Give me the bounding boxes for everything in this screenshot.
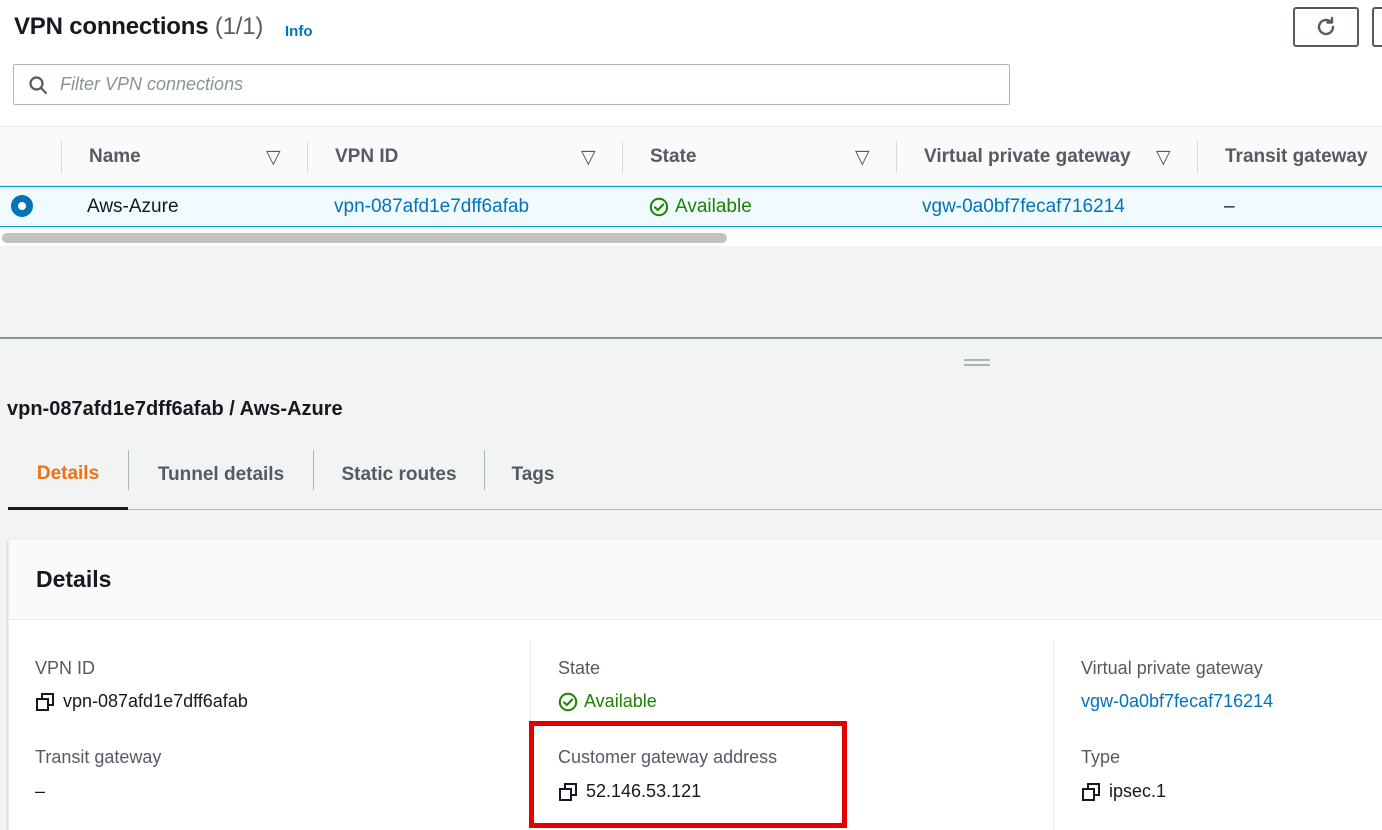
filter-box[interactable] (13, 64, 1010, 105)
column-header-vpg[interactable]: Virtual private gateway (924, 127, 1131, 187)
column-header-vpn-id[interactable]: VPN ID (335, 127, 398, 187)
transit-gateway-value: – (35, 781, 46, 801)
column-header-tgw[interactable]: Transit gateway (1225, 127, 1368, 187)
check-circle-icon (558, 692, 578, 712)
column-header-label: Name (89, 146, 141, 167)
column-divider (1197, 141, 1198, 173)
type-text: ipsec.1 (1109, 781, 1167, 801)
state-value: Available (558, 691, 657, 712)
detail-tabs: Details Tunnel details Static routes Tag… (8, 440, 1382, 510)
virtual-private-gateway-label: Virtual private gateway (1081, 658, 1263, 678)
selection-count: (1/1) (214, 13, 264, 40)
column-header-label: VPN ID (335, 146, 399, 167)
row-select-radio[interactable] (11, 195, 33, 217)
cell-state: Available (649, 187, 752, 227)
cell-vpg-link[interactable]: vgw-0a0bf7fecaf716214 (922, 187, 1125, 227)
transit-gateway-label: Transit gateway (35, 747, 162, 767)
column-divider (1053, 640, 1054, 830)
cell-vpn-id-link[interactable]: vpn-087afd1e7dff6afab (334, 187, 529, 227)
type-value: ipsec.1 (1081, 781, 1166, 802)
column-divider (61, 141, 62, 173)
empty-area (0, 246, 1382, 338)
state-text: Available (675, 196, 752, 217)
cell-tgw: – (1224, 196, 1235, 217)
details-card-header: Details (9, 540, 1382, 620)
sort-caret-icon[interactable]: ▽ (855, 127, 870, 187)
filter-input[interactable] (60, 74, 960, 95)
tab-static-routes[interactable]: Static routes (314, 440, 484, 510)
horizontal-scrollbar-thumb[interactable] (2, 233, 727, 243)
column-header-state[interactable]: State (650, 127, 696, 187)
vpn-id-label: VPN ID (35, 658, 96, 678)
highlight-box (529, 721, 847, 828)
column-divider (307, 141, 308, 173)
table-row[interactable]: Aws-Azure vpn-087afd1e7dff6afab Availabl… (0, 186, 1382, 227)
page-title: VPN connections (1/1) (14, 13, 263, 41)
vpn-connections-panel: VPN connections (1/1) Info Name ▽ V (0, 0, 1382, 246)
virtual-private-gateway-link[interactable]: vgw-0a0bf7fecaf716214 (1081, 691, 1273, 712)
page-title-text: VPN connections (14, 13, 209, 40)
actions-button[interactable] (1372, 7, 1382, 47)
sort-caret-icon[interactable]: ▽ (1156, 127, 1171, 187)
refresh-button[interactable] (1293, 7, 1359, 47)
vpn-id-text: vpn-087afd1e7dff6afab (63, 691, 248, 711)
sort-caret-icon[interactable]: ▽ (266, 127, 281, 187)
column-header-label: Virtual private gateway (924, 146, 1131, 167)
vpn-id-value: vpn-087afd1e7dff6afab (35, 691, 248, 712)
state-label: State (558, 658, 601, 678)
column-header-label: State (650, 146, 697, 167)
tab-details[interactable]: Details (8, 440, 128, 510)
check-circle-icon (649, 197, 669, 217)
table-header: Name ▽ VPN ID ▽ State ▽ Virtual private … (0, 126, 1382, 186)
tab-tags[interactable]: Tags (485, 440, 581, 510)
refresh-icon (1314, 15, 1338, 39)
detail-title: vpn-087afd1e7dff6afab / Aws-Azure (7, 398, 343, 420)
copy-icon[interactable] (35, 692, 55, 712)
sort-caret-icon[interactable]: ▽ (581, 127, 596, 187)
column-divider (896, 141, 897, 173)
search-icon (28, 75, 60, 95)
column-header-name[interactable]: Name (89, 127, 141, 187)
state-text: Available (584, 691, 657, 711)
cell-name: Aws-Azure (87, 196, 179, 217)
tab-tunnel-details[interactable]: Tunnel details (129, 440, 313, 510)
type-label: Type (1081, 747, 1121, 767)
info-link[interactable]: Info (285, 23, 313, 40)
column-divider (622, 141, 623, 173)
drag-handle-icon[interactable] (964, 359, 990, 367)
copy-icon[interactable] (1081, 782, 1101, 802)
column-header-label: Transit gateway (1225, 146, 1368, 167)
details-card-title: Details (36, 566, 112, 592)
